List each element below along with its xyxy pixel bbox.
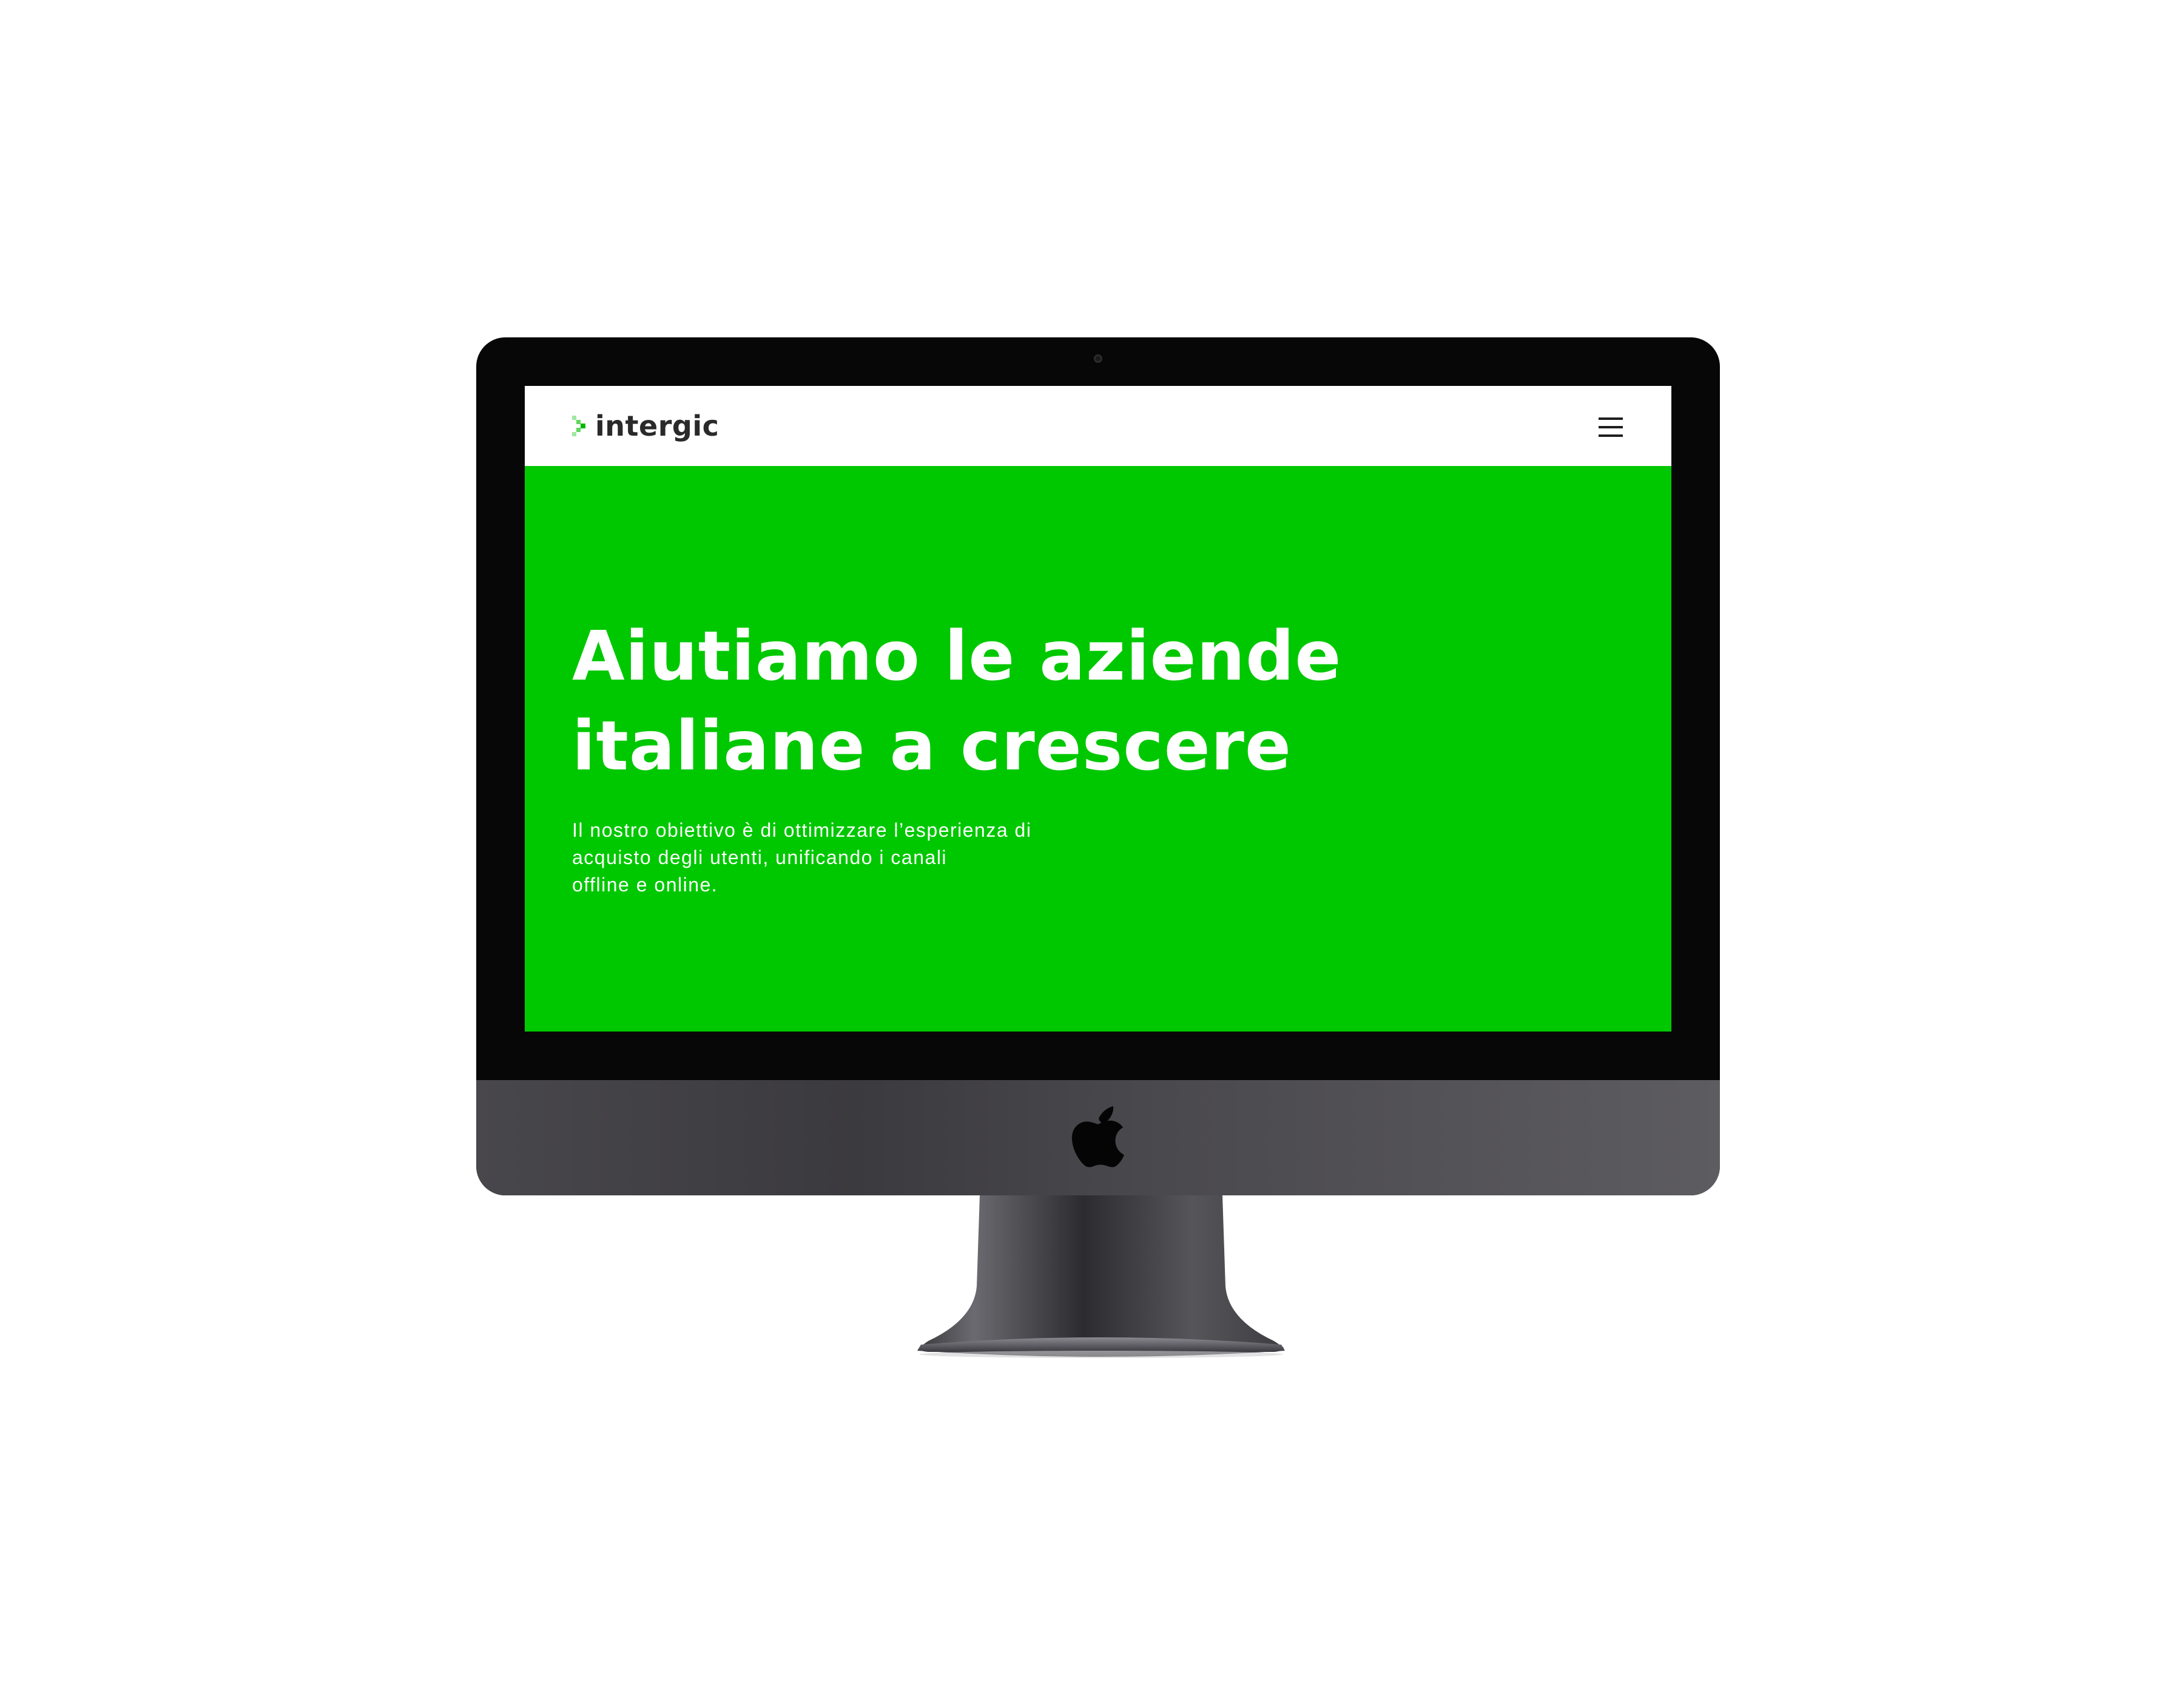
site-logo[interactable]: intergic: [572, 408, 719, 444]
chevron-right-icon: [572, 416, 585, 436]
logo-text: intergic: [595, 410, 720, 442]
hero-section: Aiutiamo le aziende italiane a crescere …: [525, 466, 1671, 1032]
camera-icon: [1094, 354, 1102, 363]
hero-title: Aiutiamo le aziende italiane a crescere: [572, 612, 1421, 791]
mockup-stage: intergic Aiutiamo le aziende italiane a …: [0, 0, 2184, 1699]
hero-description-line-3: offline e online.: [572, 874, 718, 896]
apple-logo-icon: [1071, 1106, 1124, 1167]
hero-title-line-2: italiane a crescere: [572, 707, 1292, 786]
hero-title-line-1: Aiutiamo le aziende: [572, 617, 1342, 696]
hamburger-menu-icon[interactable]: [1599, 417, 1623, 437]
monitor-bezel: intergic Aiutiamo le aziende italiane a …: [476, 337, 1720, 1195]
hero-description-line-2: acquisto degli utenti, unificando i cana…: [572, 846, 948, 868]
hero-description-line-1: Il nostro obiettivo è di ottimizzare l’e…: [572, 819, 1032, 841]
screen: intergic Aiutiamo le aziende italiane a …: [525, 386, 1671, 1032]
hero-description: Il nostro obiettivo è di ottimizzare l’e…: [572, 817, 1070, 899]
monitor-stand: [917, 1195, 1285, 1358]
site-header: intergic: [525, 386, 1671, 466]
